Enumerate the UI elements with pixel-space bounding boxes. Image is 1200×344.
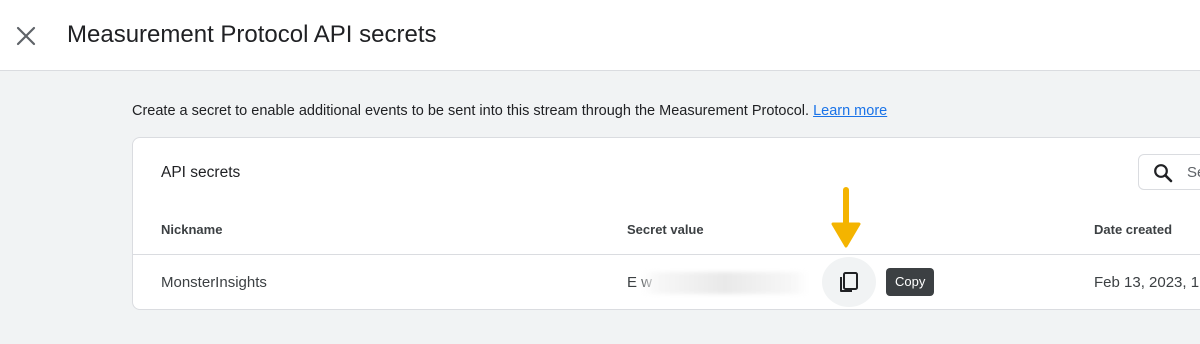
search-input[interactable]: Se <box>1138 154 1200 190</box>
search-placeholder: Se <box>1187 164 1200 181</box>
header-divider <box>133 254 1200 255</box>
copy-icon <box>840 272 858 292</box>
card-title: API secrets <box>161 164 241 181</box>
column-header-secret-value[interactable]: Secret value <box>627 222 704 237</box>
header-bar: Measurement Protocol API secrets <box>0 0 1200 71</box>
search-icon <box>1154 164 1173 183</box>
api-secrets-card: API secrets Se Nickname Secret value Dat… <box>132 137 1200 310</box>
date-created-cell: Feb 13, 2023, 1 <box>1094 274 1200 291</box>
close-button[interactable] <box>8 18 44 54</box>
learn-more-link[interactable]: Learn more <box>813 103 887 119</box>
description-text: Create a secret to enable additional eve… <box>132 103 810 119</box>
annotation-arrow-icon <box>831 187 861 248</box>
secret-redaction-blur <box>641 272 809 294</box>
copy-button[interactable] <box>822 257 876 307</box>
nickname-cell: MonsterInsights <box>161 274 267 291</box>
copy-tooltip: Copy <box>886 268 935 296</box>
page-title: Measurement Protocol API secrets <box>67 21 437 48</box>
column-header-date-created[interactable]: Date created <box>1094 222 1172 237</box>
description: Create a secret to enable additional eve… <box>132 101 887 121</box>
close-icon <box>16 26 36 46</box>
column-header-nickname[interactable]: Nickname <box>161 222 222 237</box>
